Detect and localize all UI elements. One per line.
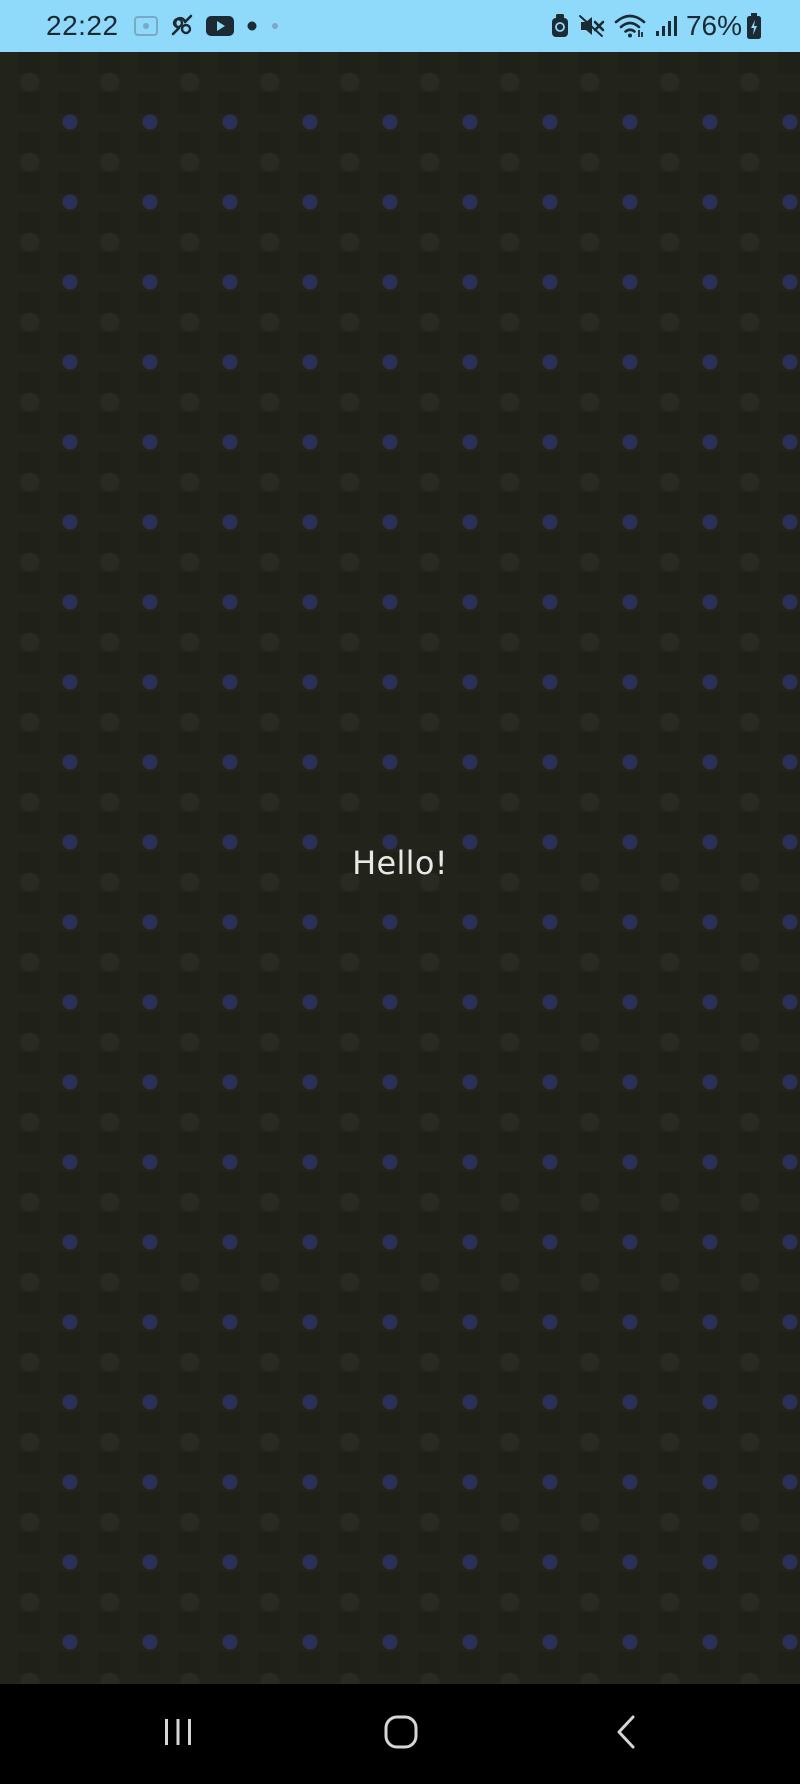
status-bar: 22:22 76% xyxy=(0,0,800,52)
small-dot-icon xyxy=(269,20,281,32)
recents-button[interactable] xyxy=(138,1704,218,1764)
phone-screen: 22:22 76% Hello! xyxy=(0,0,800,1784)
home-button[interactable] xyxy=(361,1704,441,1764)
signal-icon xyxy=(654,14,678,38)
hello-message: Hello! xyxy=(352,844,448,882)
screenshot-icon xyxy=(133,15,159,37)
back-icon xyxy=(613,1714,639,1755)
status-bar-right: 76% xyxy=(550,0,770,52)
wifi-icon xyxy=(614,13,646,39)
dot-icon xyxy=(245,19,259,33)
link-icon xyxy=(169,14,195,38)
back-button[interactable] xyxy=(586,1704,666,1764)
status-time: 22:22 xyxy=(46,10,119,41)
alarm-icon xyxy=(550,13,570,39)
status-bar-left: 22:22 xyxy=(46,0,291,52)
navigation-bar xyxy=(0,1684,800,1784)
battery-charging-icon xyxy=(746,12,762,40)
app-content: Hello! xyxy=(0,52,800,1684)
mute-icon xyxy=(578,14,606,38)
youtube-icon xyxy=(205,15,235,37)
battery-percent: 76% xyxy=(685,10,742,41)
recents-icon xyxy=(161,1717,195,1752)
home-icon xyxy=(383,1714,419,1755)
